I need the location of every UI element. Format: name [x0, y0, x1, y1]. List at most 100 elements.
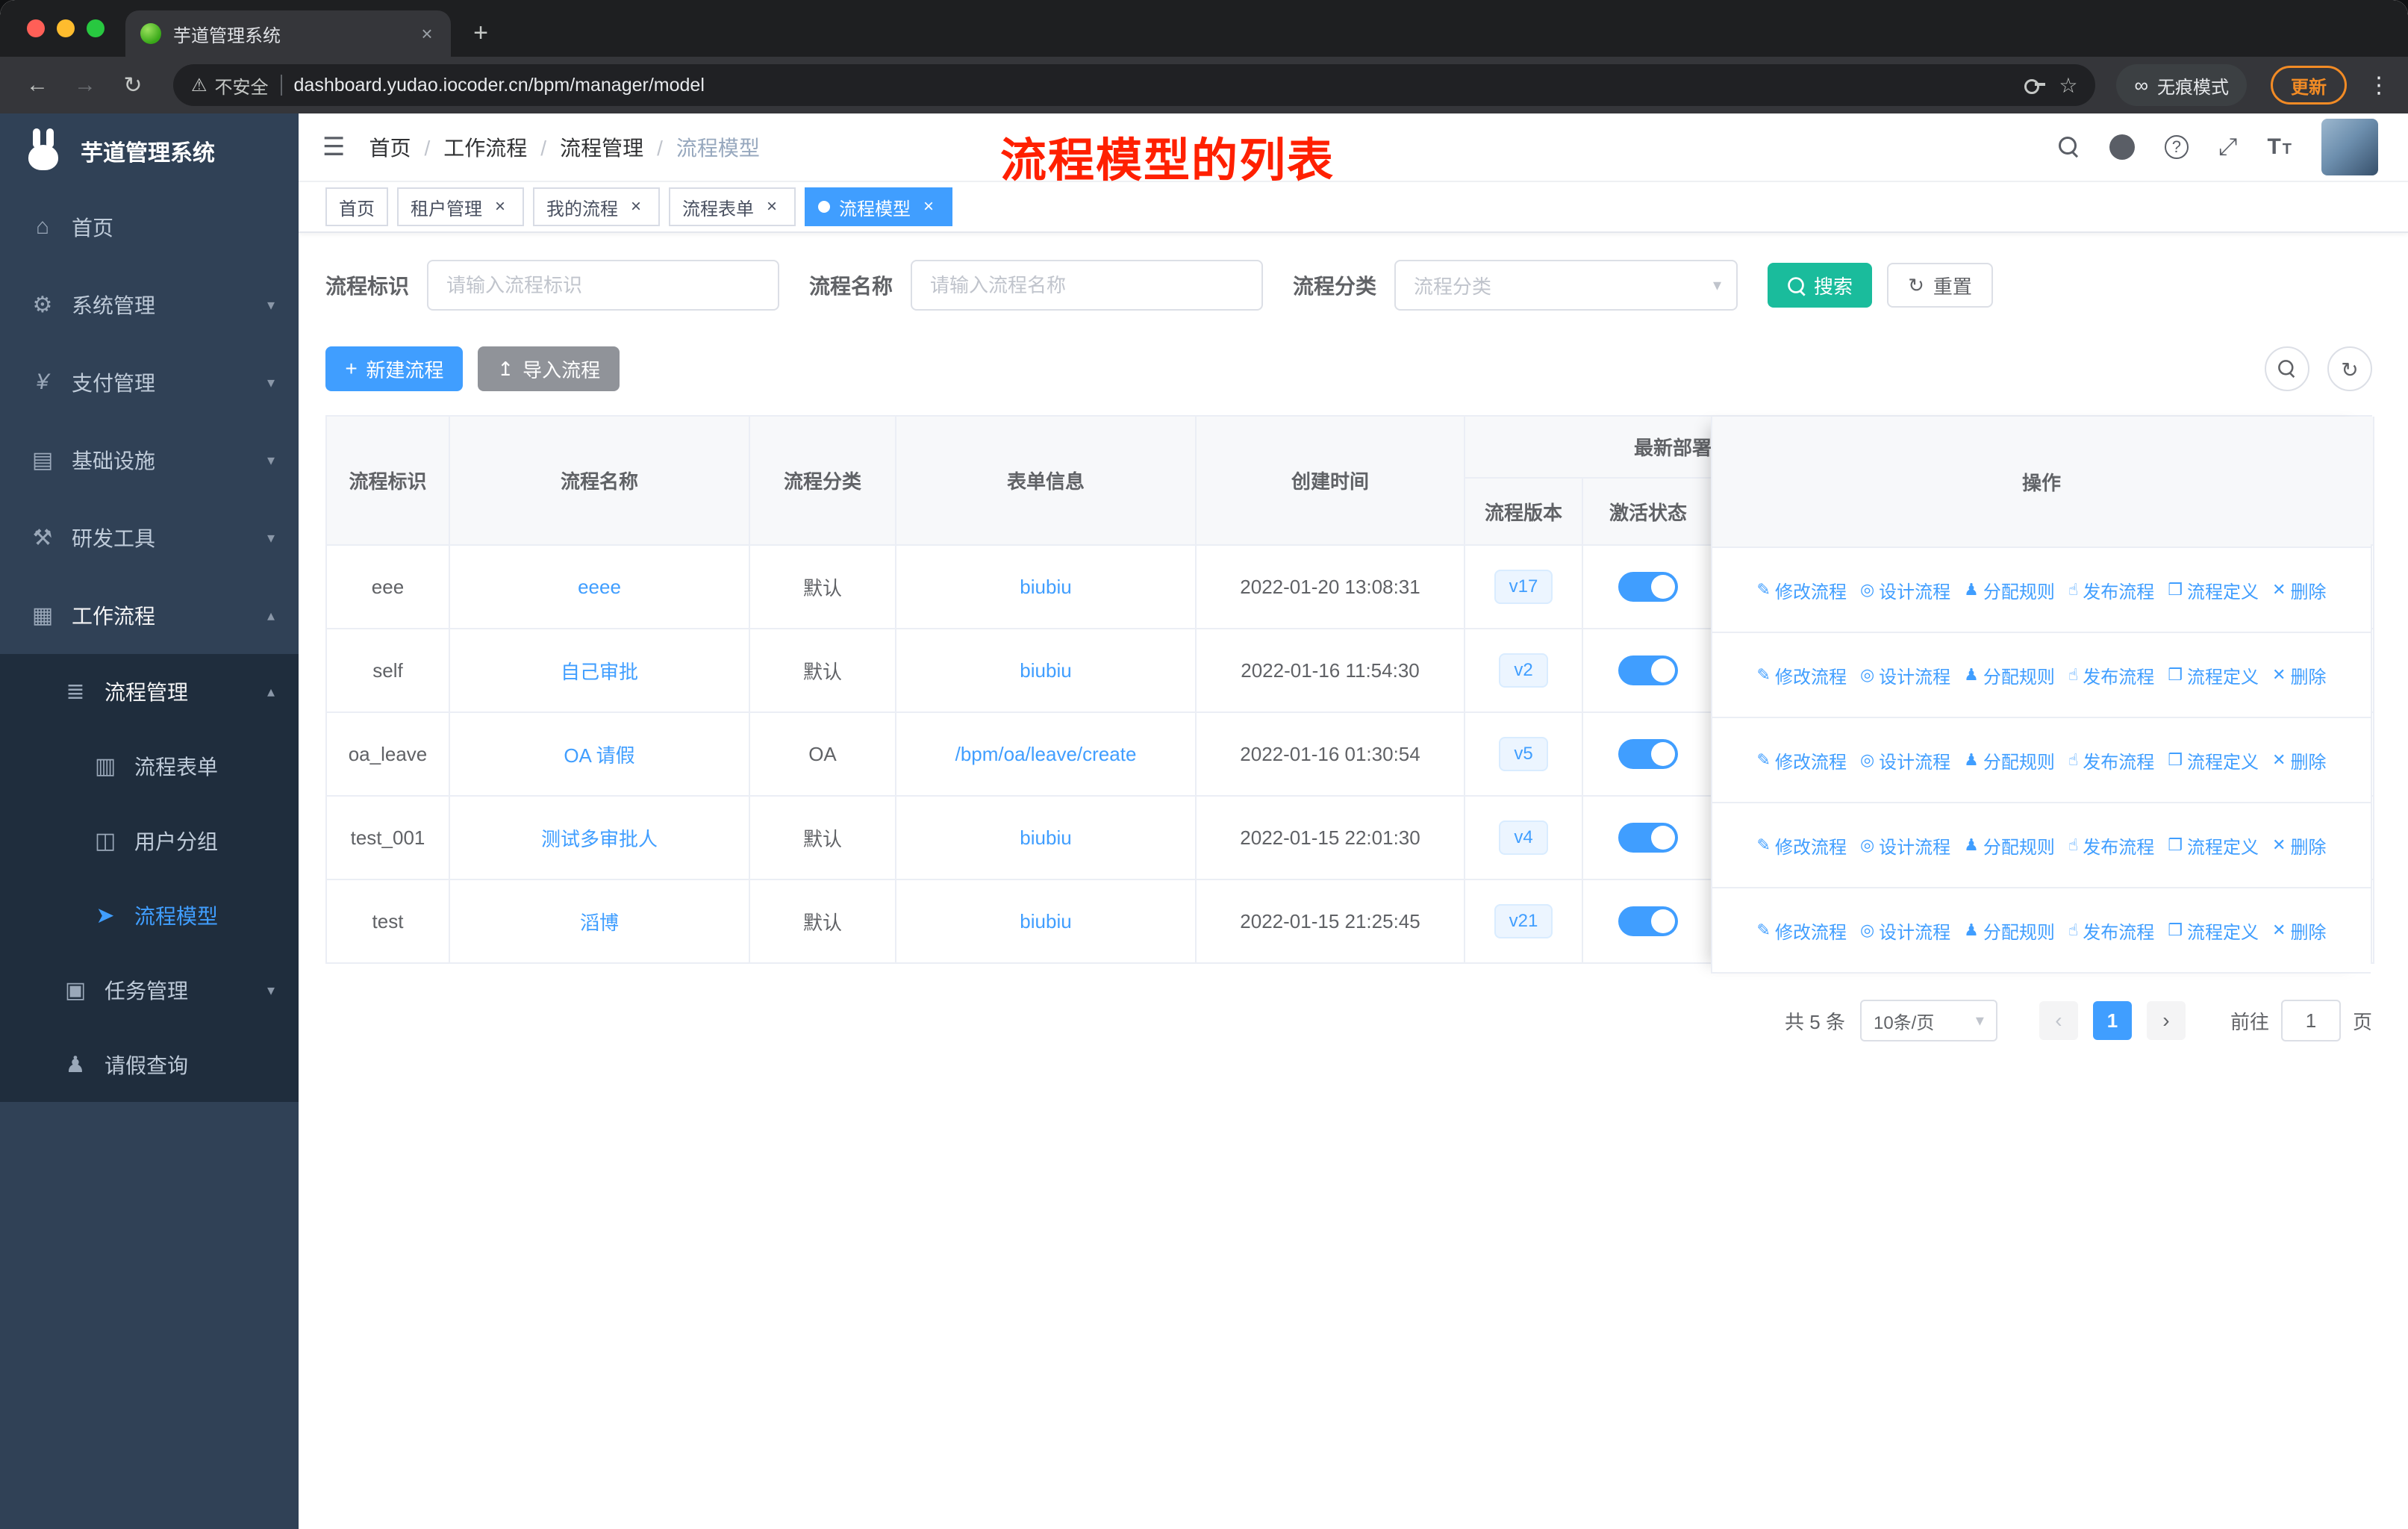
prev-page-button[interactable]: [2039, 1001, 2078, 1040]
action-assign-rule[interactable]: ♟ 分配规则: [1964, 662, 2055, 688]
form-info-link[interactable]: /bpm/oa/leave/create: [955, 743, 1137, 765]
address-bar[interactable]: 不安全 dashboard.yudao.iocoder.cn/bpm/manag…: [173, 64, 2096, 106]
action-assign-rule[interactable]: ♟ 分配规则: [1964, 747, 2055, 773]
action-publish-process[interactable]: ☝ 发布流程: [2068, 577, 2154, 603]
form-info-link[interactable]: biubiu: [1020, 659, 1071, 682]
action-delete[interactable]: ✕ 删除: [2272, 662, 2326, 688]
goto-page-input[interactable]: [2280, 1000, 2341, 1041]
tag-close-icon[interactable]: [626, 196, 646, 217]
current-page-button[interactable]: 1: [2092, 1001, 2132, 1040]
action-publish-process[interactable]: ☝ 发布流程: [2068, 662, 2154, 688]
action-modify-process[interactable]: ✎ 修改流程: [1757, 662, 1847, 688]
search-button[interactable]: 搜索: [1768, 263, 1873, 308]
tab-close-icon[interactable]: [415, 22, 439, 46]
header-search-icon[interactable]: [2058, 137, 2080, 158]
process-name-link[interactable]: 滔博: [580, 912, 619, 934]
action-design-process[interactable]: ◎ 设计流程: [1860, 747, 1950, 773]
action-design-process[interactable]: ◎ 设计流程: [1860, 832, 1950, 859]
action-process-definition[interactable]: ❒ 流程定义: [2168, 577, 2259, 603]
back-button[interactable]: [18, 66, 57, 105]
password-key-icon[interactable]: [2024, 79, 2047, 94]
action-process-definition[interactable]: ❒ 流程定义: [2168, 747, 2259, 773]
tag-close-icon[interactable]: [490, 196, 511, 217]
sidebar-item-leave-query[interactable]: 请假查询: [0, 1027, 299, 1102]
action-modify-process[interactable]: ✎ 修改流程: [1757, 832, 1847, 859]
breadcrumb-home[interactable]: 首页: [369, 132, 411, 162]
action-assign-rule[interactable]: ♟ 分配规则: [1964, 832, 2055, 859]
zoom-window-button[interactable]: [87, 19, 105, 37]
breadcrumb-process-mgmt[interactable]: 流程管理: [540, 132, 643, 162]
font-size-icon[interactable]: [2267, 134, 2292, 160]
tag-tenant-mgmt[interactable]: 租户管理: [397, 187, 524, 226]
action-process-definition[interactable]: ❒ 流程定义: [2168, 832, 2259, 859]
create-process-button[interactable]: 新建流程: [325, 346, 464, 391]
sidebar-item-payment-mgmt[interactable]: 支付管理: [0, 343, 299, 421]
process-key-input[interactable]: [427, 260, 780, 311]
action-assign-rule[interactable]: ♟ 分配规则: [1964, 918, 2055, 944]
github-icon[interactable]: [2109, 134, 2135, 160]
sidebar-item-home[interactable]: 首页: [0, 188, 299, 266]
active-toggle[interactable]: [1618, 823, 1678, 853]
breadcrumb-workflow[interactable]: 工作流程: [425, 132, 527, 162]
tag-process-model[interactable]: 流程模型: [805, 187, 952, 226]
action-design-process[interactable]: ◎ 设计流程: [1860, 662, 1950, 688]
action-delete[interactable]: ✕ 删除: [2272, 918, 2326, 944]
action-publish-process[interactable]: ☝ 发布流程: [2068, 747, 2154, 773]
tag-home[interactable]: 首页: [325, 187, 388, 226]
action-process-definition[interactable]: ❒ 流程定义: [2168, 918, 2259, 944]
tag-process-form[interactable]: 流程表单: [669, 187, 796, 226]
process-name-link[interactable]: 测试多审批人: [541, 828, 658, 850]
process-name-input[interactable]: [911, 260, 1264, 311]
close-window-button[interactable]: [27, 19, 45, 37]
active-toggle[interactable]: [1618, 906, 1678, 936]
action-modify-process[interactable]: ✎ 修改流程: [1757, 577, 1847, 603]
active-toggle[interactable]: [1618, 739, 1678, 769]
tag-my-process[interactable]: 我的流程: [533, 187, 660, 226]
user-avatar[interactable]: [2321, 119, 2378, 175]
new-tab-button[interactable]: [460, 12, 502, 54]
action-publish-process[interactable]: ☝ 发布流程: [2068, 918, 2154, 944]
help-icon[interactable]: [2164, 135, 2189, 159]
next-page-button[interactable]: [2146, 1001, 2186, 1040]
sidebar-item-infrastructure[interactable]: 基础设施: [0, 421, 299, 499]
refresh-table-button[interactable]: [2327, 346, 2372, 391]
sidebar-fold-icon[interactable]: [322, 132, 345, 162]
sidebar-item-system-mgmt[interactable]: 系统管理: [0, 266, 299, 343]
bookmark-star-icon[interactable]: [2059, 73, 2077, 98]
tag-close-icon[interactable]: [918, 196, 939, 217]
browser-tab[interactable]: 芋道管理系统: [125, 10, 451, 57]
sidebar-item-workflow[interactable]: 工作流程: [0, 576, 299, 654]
process-name-link[interactable]: OA 请假: [564, 744, 634, 767]
import-process-button[interactable]: 导入流程: [478, 346, 620, 391]
forward-button[interactable]: [66, 66, 105, 105]
sidebar-item-process-model[interactable]: 流程模型: [0, 878, 299, 953]
action-process-definition[interactable]: ❒ 流程定义: [2168, 662, 2259, 688]
page-size-select[interactable]: 10条/页: [1859, 1000, 1997, 1041]
incognito-badge[interactable]: 无痕模式: [2116, 64, 2247, 106]
action-design-process[interactable]: ◎ 设计流程: [1860, 918, 1950, 944]
process-name-link[interactable]: 自己审批: [561, 661, 638, 683]
sidebar-item-process-form[interactable]: 流程表单: [0, 729, 299, 803]
form-info-link[interactable]: biubiu: [1020, 576, 1071, 598]
active-toggle[interactable]: [1618, 655, 1678, 685]
sidebar-item-process-mgmt[interactable]: 流程管理: [0, 654, 299, 729]
action-delete[interactable]: ✕ 删除: [2272, 832, 2326, 859]
reset-button[interactable]: 重置: [1887, 263, 1993, 308]
sidebar-item-dev-tools[interactable]: 研发工具: [0, 499, 299, 576]
sidebar-item-task-mgmt[interactable]: 任务管理: [0, 953, 299, 1027]
browser-menu-icon[interactable]: [2368, 72, 2390, 99]
minimize-window-button[interactable]: [57, 19, 75, 37]
update-button[interactable]: 更新: [2271, 66, 2347, 105]
tag-close-icon[interactable]: [761, 196, 782, 217]
category-select[interactable]: 流程分类: [1394, 260, 1738, 311]
action-modify-process[interactable]: ✎ 修改流程: [1757, 747, 1847, 773]
toggle-search-button[interactable]: [2265, 346, 2309, 391]
form-info-link[interactable]: biubiu: [1020, 910, 1071, 932]
reload-button[interactable]: [113, 66, 152, 105]
fullscreen-icon[interactable]: [2218, 133, 2238, 161]
process-name-link[interactable]: eeee: [578, 576, 621, 598]
action-delete[interactable]: ✕ 删除: [2272, 747, 2326, 773]
action-publish-process[interactable]: ☝ 发布流程: [2068, 832, 2154, 859]
security-indicator[interactable]: 不安全: [191, 72, 269, 99]
action-delete[interactable]: ✕ 删除: [2272, 577, 2326, 603]
